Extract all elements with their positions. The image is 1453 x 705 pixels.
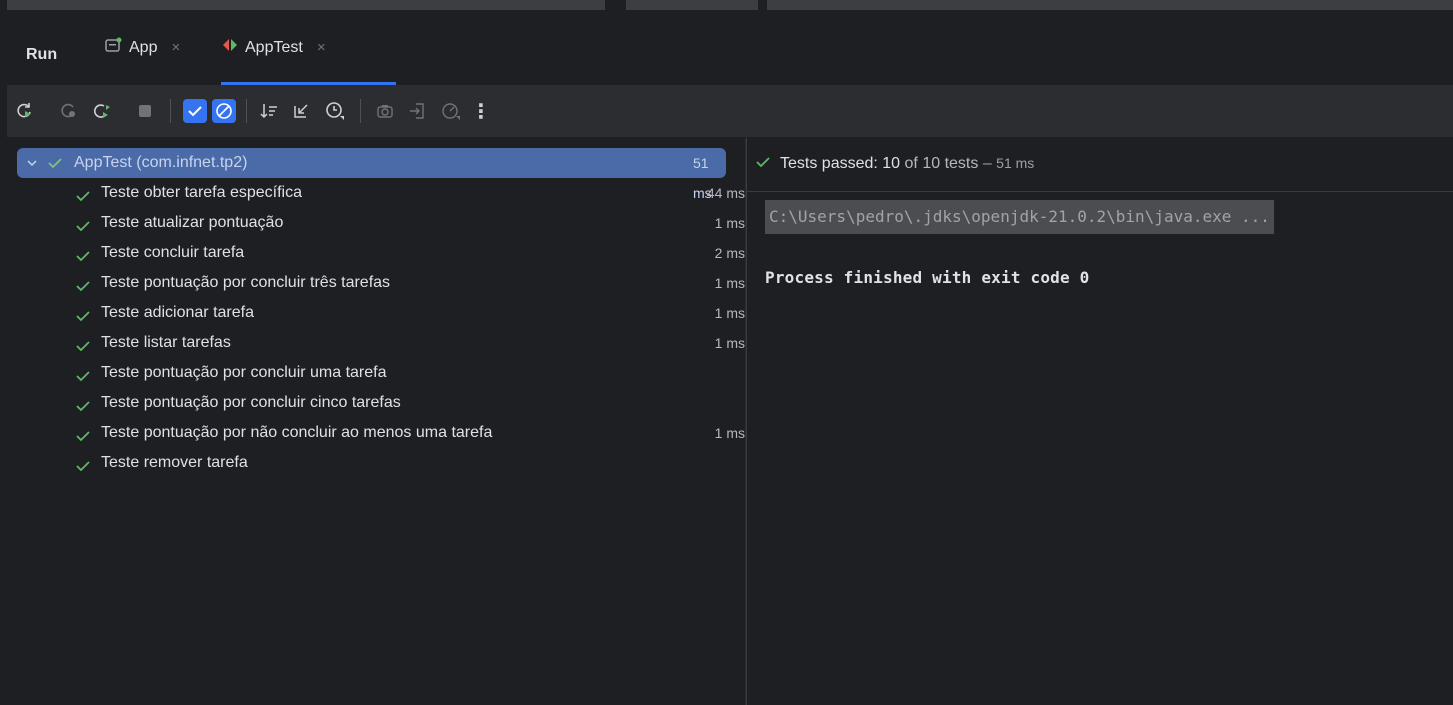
test-config-icon bbox=[221, 37, 239, 58]
editor-area bbox=[7, 0, 605, 10]
close-icon[interactable]: × bbox=[171, 39, 180, 56]
test-tree-item[interactable]: Teste pontuação por concluir cinco taref… bbox=[7, 388, 745, 418]
passed-check-icon bbox=[75, 185, 91, 202]
run-panel-title: Run bbox=[26, 46, 58, 63]
test-duration: 1 ms bbox=[714, 335, 745, 351]
test-duration: 1 ms bbox=[714, 305, 745, 321]
passed-check-icon bbox=[75, 335, 91, 352]
tab-apptest-label: AppTest bbox=[245, 38, 303, 56]
passed-check-icon bbox=[75, 395, 91, 412]
test-duration: 2 ms bbox=[714, 245, 745, 261]
test-tree-item[interactable]: Teste listar tarefas 1 ms bbox=[7, 328, 745, 358]
sort-duration-icon[interactable] bbox=[323, 99, 347, 123]
passed-check-icon bbox=[75, 455, 91, 472]
divider bbox=[747, 191, 1453, 192]
test-tree-item[interactable]: Teste concluir tarefa 2 ms bbox=[7, 238, 745, 268]
test-name: Teste pontuação por concluir uma tarefa bbox=[101, 364, 387, 381]
status-duration: 51 ms bbox=[996, 155, 1035, 171]
test-name: Teste pontuação por concluir três tarefa… bbox=[101, 274, 391, 291]
passed-check-icon bbox=[75, 425, 91, 442]
run-tab-bar: Run App × AppTest × bbox=[7, 10, 1453, 85]
test-tree-item[interactable]: Teste obter tarefa específica 44 ms bbox=[7, 178, 745, 208]
test-status-summary: Tests passed: 10 of 10 tests – 51 ms bbox=[780, 148, 1034, 179]
sort-alphabetically-icon[interactable] bbox=[257, 99, 281, 123]
passed-check-icon bbox=[47, 155, 63, 176]
export-icon[interactable] bbox=[373, 99, 397, 123]
test-name: Teste obter tarefa específica bbox=[101, 184, 302, 201]
passed-check-icon bbox=[75, 365, 91, 382]
passed-check-icon bbox=[75, 215, 91, 232]
test-tree-root[interactable]: AppTest (com.infnet.tp2) 51 ms bbox=[17, 148, 726, 201]
editor-area bbox=[767, 0, 1453, 10]
console-exit-message: Process finished with exit code 0 bbox=[765, 268, 1090, 287]
status-prefix: Tests passed: bbox=[780, 155, 878, 172]
close-icon[interactable]: × bbox=[317, 39, 326, 56]
test-name: Teste listar tarefas bbox=[101, 334, 231, 351]
show-passed-icon[interactable] bbox=[183, 99, 207, 123]
app-config-icon bbox=[105, 37, 123, 58]
editor-area bbox=[626, 0, 758, 10]
test-tree-item[interactable]: Teste remover tarefa bbox=[7, 448, 745, 478]
top-strip bbox=[0, 0, 1453, 10]
run-toolbar: ⋮ bbox=[7, 85, 1453, 138]
test-name: Teste pontuação por não concluir ao meno… bbox=[101, 424, 493, 441]
coverage-icon[interactable] bbox=[439, 99, 463, 123]
toolbar-separator bbox=[170, 99, 171, 123]
test-tree-item[interactable]: Teste pontuação por não concluir ao meno… bbox=[7, 418, 745, 448]
test-name: Teste adicionar tarefa bbox=[101, 304, 254, 321]
passed-check-icon bbox=[75, 305, 91, 322]
show-ignored-icon[interactable] bbox=[212, 99, 236, 123]
test-duration: 1 ms bbox=[714, 275, 745, 291]
tab-apptest[interactable]: AppTest × bbox=[221, 10, 396, 85]
test-name: Teste remover tarefa bbox=[101, 454, 248, 471]
test-duration: 44 ms bbox=[706, 185, 745, 201]
test-name: Teste concluir tarefa bbox=[101, 244, 245, 261]
chevron-down-icon[interactable] bbox=[25, 156, 39, 175]
console-command-line[interactable]: C:\Users\pedro\.jdks\openjdk-21.0.2\bin\… bbox=[765, 200, 1274, 234]
status-passed-count: 10 bbox=[882, 155, 901, 172]
run-tool-window: Run App × AppTest × ⋮ AppTest (com.infne… bbox=[7, 10, 1453, 705]
toggle-auto-test-icon[interactable] bbox=[91, 99, 115, 123]
import-icon[interactable] bbox=[405, 99, 429, 123]
test-tree: AppTest (com.infnet.tp2) 51 ms Teste obt… bbox=[7, 138, 745, 705]
status-dash: – bbox=[982, 155, 992, 172]
tab-app[interactable]: App × bbox=[105, 10, 180, 85]
passed-check-icon bbox=[75, 245, 91, 262]
more-icon[interactable]: ⋮ bbox=[469, 99, 493, 123]
stop-icon[interactable] bbox=[133, 99, 157, 123]
test-tree-item[interactable]: Teste pontuação por concluir três tarefa… bbox=[7, 268, 745, 298]
test-tree-item[interactable]: Teste pontuação por concluir uma tarefa bbox=[7, 358, 745, 388]
test-duration: 1 ms bbox=[714, 215, 745, 231]
test-tree-item[interactable]: Teste atualizar pontuação 1 ms bbox=[7, 208, 745, 238]
tab-app-label: App bbox=[129, 38, 158, 56]
test-tree-item[interactable]: Teste adicionar tarefa 1 ms bbox=[7, 298, 745, 328]
test-duration: 1 ms bbox=[714, 425, 745, 441]
test-name: Teste pontuação por concluir cinco taref… bbox=[101, 394, 401, 411]
rerun-failed-icon[interactable] bbox=[57, 99, 81, 123]
rerun-icon[interactable] bbox=[13, 99, 37, 123]
test-name: Teste atualizar pontuação bbox=[101, 214, 284, 231]
collapse-all-icon[interactable] bbox=[289, 99, 313, 123]
toolbar-separator bbox=[246, 99, 247, 123]
toolbar-separator bbox=[360, 99, 361, 123]
status-total: of 10 tests bbox=[904, 155, 979, 172]
console-panel: Tests passed: 10 of 10 tests – 51 ms C:\… bbox=[746, 138, 1453, 705]
passed-check-icon bbox=[755, 154, 771, 175]
passed-check-icon bbox=[75, 275, 91, 292]
test-tree-root-label: AppTest (com.infnet.tp2) bbox=[74, 154, 248, 171]
